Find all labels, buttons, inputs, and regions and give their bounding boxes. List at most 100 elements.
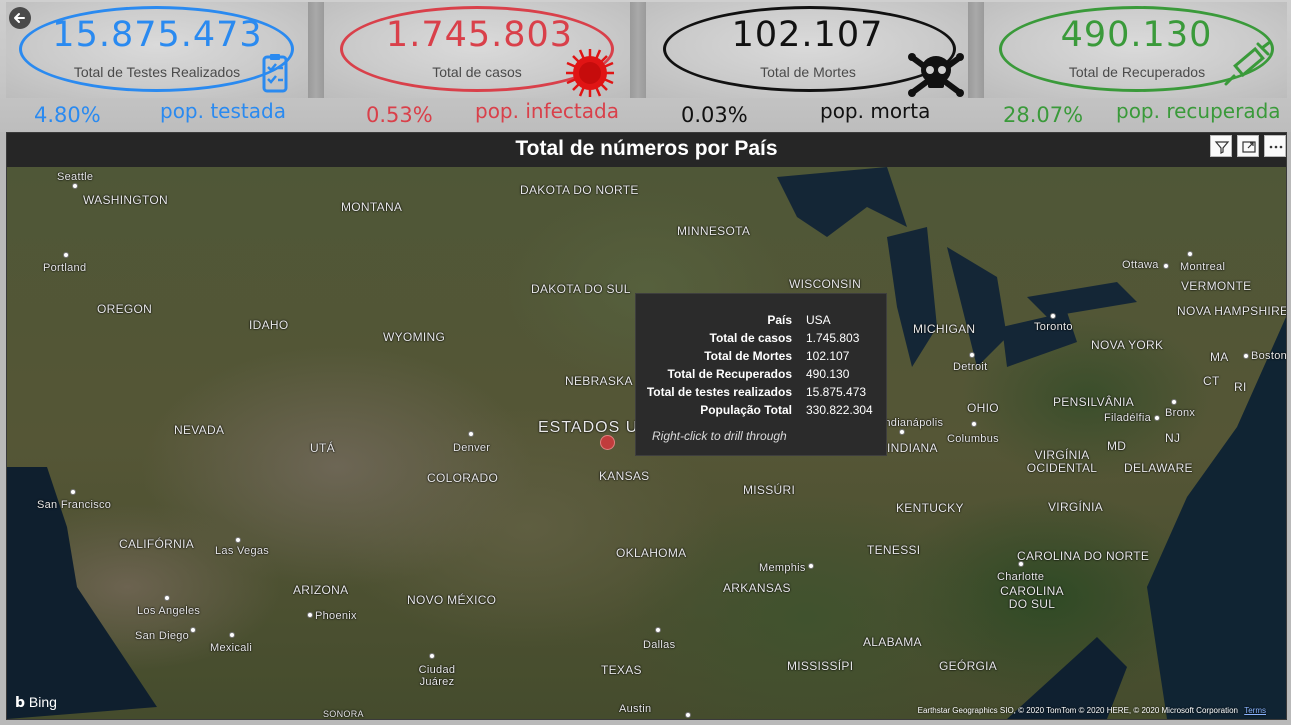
- terms-link[interactable]: Terms: [1244, 706, 1266, 715]
- state-label: NOVA YORK: [1091, 338, 1164, 352]
- state-label: CAROLINA DO NORTE: [1017, 549, 1150, 563]
- country-label: ESTADOS U: [538, 419, 639, 436]
- bing-label: Bing: [28, 694, 57, 710]
- city-label: Las Vegas: [215, 545, 270, 557]
- pct-label-mortes: pop. morta: [820, 99, 931, 123]
- filter-button[interactable]: [1210, 135, 1232, 157]
- virus-icon: [566, 49, 614, 97]
- city-label: Filadélfia: [1104, 412, 1152, 424]
- city-dot: [229, 632, 235, 638]
- city-dot: [429, 653, 435, 659]
- tooltip-value: USA: [806, 313, 831, 327]
- city-dot: [1187, 251, 1193, 257]
- tooltip-drill-hint: Right-click to drill through: [652, 429, 787, 443]
- pct-label-casos: pop. infectada: [475, 99, 619, 123]
- tooltip-value: 330.822.304: [806, 403, 873, 417]
- visual-title: Total de números por País: [515, 137, 778, 160]
- copyright-text: Earthstar Geographics SIO, © 2020 TomTom…: [917, 706, 1238, 715]
- kpi-label-casos: Total de casos: [432, 64, 522, 80]
- city-dot: [655, 627, 661, 633]
- kpi-value-testes: 15.875.473: [52, 15, 263, 55]
- state-label: OHIO: [967, 401, 999, 415]
- divider: [968, 2, 984, 98]
- tooltip-row: Total de Recuperados 490.130: [636, 367, 886, 385]
- city-label: Ciudad Juárez: [418, 664, 456, 688]
- city-label: Austin: [619, 703, 652, 715]
- state-label: NOVA HAMPSHIRE: [1177, 304, 1286, 318]
- tooltip-key: População Total: [700, 403, 792, 417]
- city-label: Mexicali: [210, 642, 253, 654]
- state-label: CAROLINA DO SUL: [1000, 584, 1064, 611]
- map-visual: Total de números por País WASHINGTON MON…: [6, 132, 1287, 720]
- state-label: PENSILVÂNIA: [1053, 395, 1135, 409]
- tooltip-key: País: [767, 313, 792, 327]
- bing-logo: 𝗯 Bing: [15, 694, 57, 711]
- city-dot: [685, 712, 691, 718]
- tooltip-row: Total de casos 1.745.803: [636, 331, 886, 349]
- state-label: MISSISSÍPI: [787, 659, 854, 673]
- state-label: OKLAHOMA: [616, 546, 687, 560]
- state-label: CT: [1203, 374, 1220, 388]
- state-label: MA: [1210, 350, 1229, 364]
- city-label: Phoenix: [315, 610, 357, 622]
- state-label: KANSAS: [599, 469, 650, 483]
- more-options-button[interactable]: [1264, 135, 1286, 157]
- tooltip-key: Total de Recuperados: [667, 367, 792, 381]
- report-canvas: 15.875.473 1.745.803 102.107 490.130 Tot…: [0, 0, 1291, 725]
- city-dot: [808, 563, 814, 569]
- map-tooltip: País USA Total de casos 1.745.803 Total …: [635, 293, 887, 456]
- tooltip-value: 490.130: [806, 367, 850, 381]
- city-dot: [235, 537, 241, 543]
- city-label: Ottawa: [1122, 259, 1159, 271]
- state-label: TEXAS: [601, 663, 642, 677]
- tooltip-row: Total de Mortes 102.107: [636, 349, 886, 367]
- state-label: NJ: [1165, 431, 1181, 445]
- tooltip-key: Total de Mortes: [704, 349, 792, 363]
- state-label: DAKOTA DO NORTE: [520, 183, 639, 197]
- pct-mortes: 0.03%: [681, 103, 748, 127]
- kpi-value-mortes: 102.107: [731, 15, 884, 55]
- city-dot: [899, 429, 905, 435]
- state-label: WISCONSIN: [789, 277, 862, 291]
- tooltip-value: 102.107: [806, 349, 850, 363]
- divider: [630, 2, 646, 98]
- state-label: MICHIGAN: [913, 322, 976, 336]
- city-label: Seattle: [57, 171, 94, 183]
- state-label: WASHINGTON: [83, 193, 169, 207]
- city-dot: [969, 352, 975, 358]
- focus-mode-icon: [1242, 141, 1256, 153]
- city-label: Columbus: [947, 433, 999, 445]
- city-label: Indianápolis: [881, 417, 944, 429]
- city-label: Los Angeles: [137, 605, 201, 617]
- divider: [308, 2, 324, 98]
- back-arrow-icon: [14, 13, 25, 23]
- city-label: Toronto: [1034, 321, 1073, 333]
- state-label: MINNESOTA: [677, 224, 751, 238]
- state-label: CALIFÓRNIA: [119, 537, 195, 551]
- city-label: San Francisco: [37, 499, 112, 511]
- state-label: NEVADA: [174, 423, 225, 437]
- kpi-label-testes: Total de Testes Realizados: [73, 64, 241, 80]
- state-label: MD: [1107, 439, 1127, 453]
- tooltip-row: Total de testes realizados 15.875.473: [636, 385, 886, 403]
- usa-bubble[interactable]: [600, 435, 615, 450]
- pct-recuperados: 28.07%: [1003, 103, 1084, 127]
- back-button[interactable]: [9, 7, 31, 29]
- city-label: Memphis: [759, 562, 806, 574]
- state-label: ARIZONA: [293, 583, 349, 597]
- state-label: UTÁ: [310, 441, 335, 455]
- pct-testes: 4.80%: [34, 103, 101, 127]
- city-dot: [1154, 415, 1160, 421]
- city-dot: [72, 183, 78, 189]
- state-label: WYOMING: [383, 330, 446, 344]
- city-label: San Diego: [135, 630, 190, 642]
- kpi-value-casos: 1.745.803: [385, 15, 574, 55]
- skull-crossbones-icon: [908, 53, 964, 97]
- city-label: Detroit: [953, 361, 988, 373]
- state-label: NOVO MÉXICO: [407, 593, 497, 607]
- state-label: VERMONTE: [1181, 279, 1252, 293]
- tooltip-value: 1.745.803: [806, 331, 860, 345]
- state-label: MISSÚRI: [743, 483, 796, 497]
- map[interactable]: WASHINGTON MONTANA DAKOTA DO NORTE MINNE…: [7, 167, 1286, 719]
- focus-mode-button[interactable]: [1237, 135, 1259, 157]
